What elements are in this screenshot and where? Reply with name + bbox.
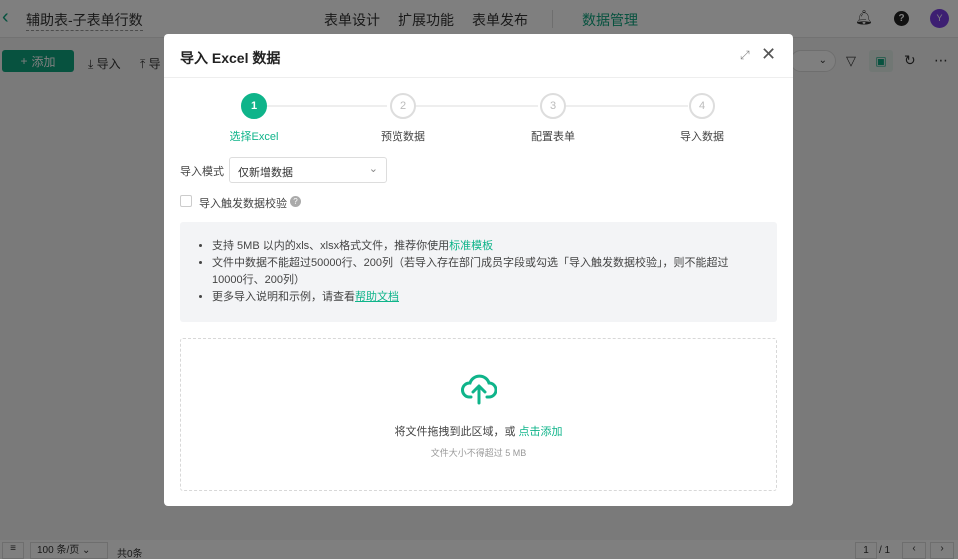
import-mode-value: 仅新增数据 [238, 167, 293, 179]
info-text: 文件中数据不能超过50000行、200列（若导入存在部门成员字段或勾选「导入触发… [212, 257, 729, 286]
validation-checkbox-label: 导入触发数据校验 [199, 198, 287, 210]
step-connector [416, 105, 538, 107]
import-excel-dialog: 导入 Excel 数据 ⤢ ✕ 1 2 3 4 选择Excel 预览数据 配置表… [164, 34, 793, 506]
drop-text: 将文件拖拽到此区域，或 点击添加 [181, 423, 776, 439]
chevron-down-icon: ⌄ [368, 163, 378, 175]
step-3-label: 配置表单 [531, 131, 575, 143]
step-1: 1 [241, 93, 267, 119]
help-icon[interactable]: ? [290, 196, 301, 207]
close-icon[interactable]: ✕ [761, 44, 776, 65]
step-3: 3 [540, 93, 566, 119]
step-2-label: 预览数据 [381, 131, 425, 143]
drop-instruction: 将文件拖拽到此区域，或 [394, 426, 519, 438]
click-add-link[interactable]: 点击添加 [519, 426, 563, 438]
step-4: 4 [689, 93, 715, 119]
standard-template-link[interactable]: 标准模板 [449, 240, 493, 252]
step-4-label: 导入数据 [680, 131, 724, 143]
info-item: 更多导入说明和示例，请查看帮助文档 [212, 289, 777, 306]
file-size-hint: 文件大小不得超过 5 MB [430, 448, 527, 458]
dialog-title: 导入 Excel 数据 [180, 50, 281, 66]
info-item: 支持 5MB 以内的xls、xlsx格式文件，推荐你使用标准模板 [212, 238, 777, 255]
help-doc-link[interactable]: 帮助文档 [355, 291, 399, 303]
step-connector [566, 105, 688, 107]
step-1-label: 选择Excel [229, 131, 279, 143]
cloud-upload-icon [461, 374, 497, 405]
info-item: 文件中数据不能超过50000行、200列（若导入存在部门成员字段或勾选「导入触发… [212, 255, 777, 289]
import-mode-select[interactable]: 仅新增数据 ⌄ [229, 157, 387, 183]
header-divider [164, 77, 793, 78]
validation-checkbox[interactable] [180, 195, 192, 207]
file-drop-zone[interactable]: 将文件拖拽到此区域，或 点击添加 文件大小不得超过 5 MB [180, 338, 777, 491]
info-text: 支持 5MB 以内的xls、xlsx格式文件，推荐你使用 [212, 240, 450, 252]
expand-icon[interactable]: ⤢ [740, 48, 750, 63]
import-info-box: 支持 5MB 以内的xls、xlsx格式文件，推荐你使用标准模板 文件中数据不能… [180, 222, 777, 322]
info-text: 更多导入说明和示例，请查看 [212, 291, 355, 303]
import-mode-label: 导入模式 [180, 166, 224, 178]
step-2: 2 [390, 93, 416, 119]
step-connector [267, 105, 387, 107]
